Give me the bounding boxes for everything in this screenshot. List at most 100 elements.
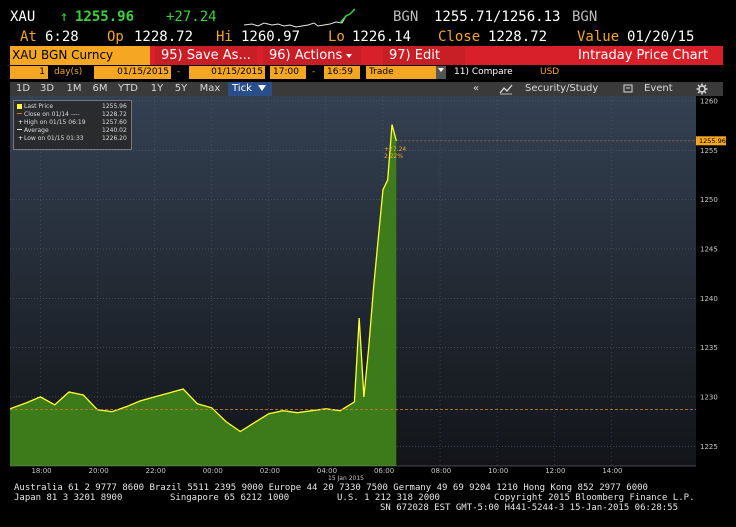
high-value: 1260.97 [241, 29, 301, 45]
x-tick-label: 04:00 [317, 467, 337, 475]
x-tick-label: 20:00 [89, 467, 109, 475]
tab-5y[interactable]: 5Y [170, 82, 192, 96]
up-arrow-icon: ↑ [60, 9, 69, 25]
chevron-down-icon [346, 53, 353, 58]
edit-menu[interactable]: 97) Edit [383, 46, 465, 77]
start-time-input[interactable]: 17:00 [270, 66, 306, 79]
x-axis: 18:00 20:00 22:00 00:00 02:00 04:00 06:00 08:00… [10, 465, 696, 475]
edit-label: 97) Edit [389, 48, 440, 63]
footer-japan: Japan 81 3 3201 8900 [14, 493, 123, 503]
bid-ask: 1255.71/1256.13 [434, 9, 561, 25]
actions-label: 96) Actions [269, 48, 343, 63]
bid-source: BGN [393, 9, 419, 25]
x-tick-label: 18:00 [31, 467, 51, 475]
close-swatch [17, 113, 22, 118]
tab-tick-label: Tick [232, 83, 252, 94]
at-time: 6:28 [45, 29, 79, 45]
period-unit[interactable]: day(s) [54, 66, 82, 79]
value-date-label: Value [577, 29, 620, 45]
change-annotation: +27.24 [384, 146, 406, 153]
legend-label-average: Average [24, 127, 49, 134]
x-tick-label: 12:00 [545, 467, 565, 475]
currency-field[interactable]: USD [540, 66, 559, 79]
x-tick-label: 06:00 [374, 467, 394, 475]
collapse-button[interactable]: « [473, 82, 479, 96]
ask-source: BGN [572, 9, 598, 25]
mode-dropdown-toggle[interactable] [436, 66, 446, 79]
legend-label-close: Close on 01/14 ---- [24, 111, 80, 118]
legend-label-last: Last Price [24, 103, 54, 110]
end-time-input[interactable]: 16:59 [324, 66, 360, 79]
average-swatch [17, 129, 22, 130]
tab-6m[interactable]: 6M [88, 82, 112, 96]
actions-menu[interactable]: 96) Actions [263, 46, 361, 65]
start-date-input[interactable]: 01/15/2015 [94, 66, 171, 79]
tab-1y[interactable]: 1Y [146, 82, 168, 96]
legend-value-high: 1257.60 [102, 119, 127, 126]
line-chart-icon[interactable] [499, 83, 513, 95]
y-tick-label: 1225 [700, 443, 718, 451]
last-price-swatch [17, 104, 22, 109]
close-value: 1228.72 [488, 29, 548, 45]
last-price-tag: 1255.96 [696, 136, 726, 146]
low-value: 1226.14 [352, 29, 412, 45]
legend-value-close: 1228.72 [102, 111, 127, 118]
y-axis: 1225 1230 1235 1240 1245 1250 1255 1260 [700, 97, 718, 450]
tab-ytd[interactable]: YTD [114, 82, 142, 96]
legend-label-low: Low on 01/15 01:33 [24, 135, 84, 142]
period-count-input[interactable]: 1 [10, 66, 48, 79]
gear-icon[interactable] [696, 83, 708, 95]
compare-button[interactable]: 11) Compare [454, 66, 513, 79]
value-date: 01/20/15 [627, 29, 695, 45]
footer-singapore: Singapore 65 6212 1000 [170, 493, 290, 503]
mode-value: Trade [369, 67, 394, 77]
low-label: Lo [328, 29, 345, 45]
security-field[interactable]: XAU BGN Curncy [10, 46, 150, 65]
date-label: 15 Jan 2015 [328, 475, 364, 482]
mode-select[interactable]: Trade [366, 66, 446, 79]
last-price-tag-label: 1255.96 [699, 137, 726, 145]
tab-tick[interactable]: Tick [228, 82, 272, 96]
footer-contacts-line1: Australia 61 2 9777 8600 Brazil 5511 239… [14, 483, 648, 493]
at-label: At [20, 29, 37, 45]
open-value: 1228.72 [134, 29, 194, 45]
x-tick-label: 00:00 [203, 467, 223, 475]
low-marker-icon: + [18, 135, 24, 142]
y-tick-label: 1255 [700, 147, 718, 155]
save-as-button[interactable]: 95) Save As... [155, 46, 257, 77]
y-tick-label: 1240 [700, 295, 718, 303]
net-change: +27.24 [166, 9, 217, 25]
high-marker-icon: + [18, 119, 24, 126]
x-tick-label: 22:00 [146, 467, 166, 475]
tab-max[interactable]: Max [196, 82, 224, 96]
event-button[interactable]: Event [644, 82, 673, 96]
last-price: 1255.96 [75, 9, 135, 25]
chevron-down-icon [438, 67, 444, 72]
tab-1m[interactable]: 1M [62, 82, 86, 96]
event-icon[interactable] [623, 84, 634, 94]
tab-1d[interactable]: 1D [12, 82, 34, 96]
legend-value-low: 1226.20 [102, 135, 127, 142]
y-tick-label: 1250 [700, 196, 718, 204]
legend-label-high: High on 01/15 06:19 [24, 119, 86, 126]
change-pct-annotation: 2.22% [384, 153, 403, 160]
footer-session-info: SN 672028 EST GMT-5:00 H441-5244-3 15-Ja… [380, 503, 679, 513]
x-tick-label: 14:00 [602, 467, 622, 475]
close-label: Close [438, 29, 481, 45]
chart-legend: Last Price 1255.96 Close on 01/14 ---- 1… [13, 100, 132, 150]
end-date-input[interactable]: 01/15/2015 [189, 66, 265, 79]
page-title: Intraday Price Chart [578, 48, 709, 63]
time-range-dash: - [312, 67, 316, 77]
date-range-dash: - [177, 67, 181, 77]
intraday-price-chart[interactable]: 1225 1230 1235 1240 1245 1250 1255 1260 18:00 20… [10, 96, 726, 482]
y-tick-label: 1230 [700, 393, 718, 401]
ticker-symbol: XAU [10, 9, 36, 25]
high-label: Hi [216, 29, 233, 45]
tab-3d[interactable]: 3D [36, 82, 58, 96]
y-tick-label: 1260 [700, 97, 718, 105]
chevron-down-icon [258, 85, 267, 91]
security-study-button[interactable]: Security/Study [525, 82, 598, 96]
sparkline-chart [244, 8, 356, 28]
save-as-label: 95) Save As... [161, 48, 251, 63]
y-tick-label: 1245 [700, 245, 718, 253]
